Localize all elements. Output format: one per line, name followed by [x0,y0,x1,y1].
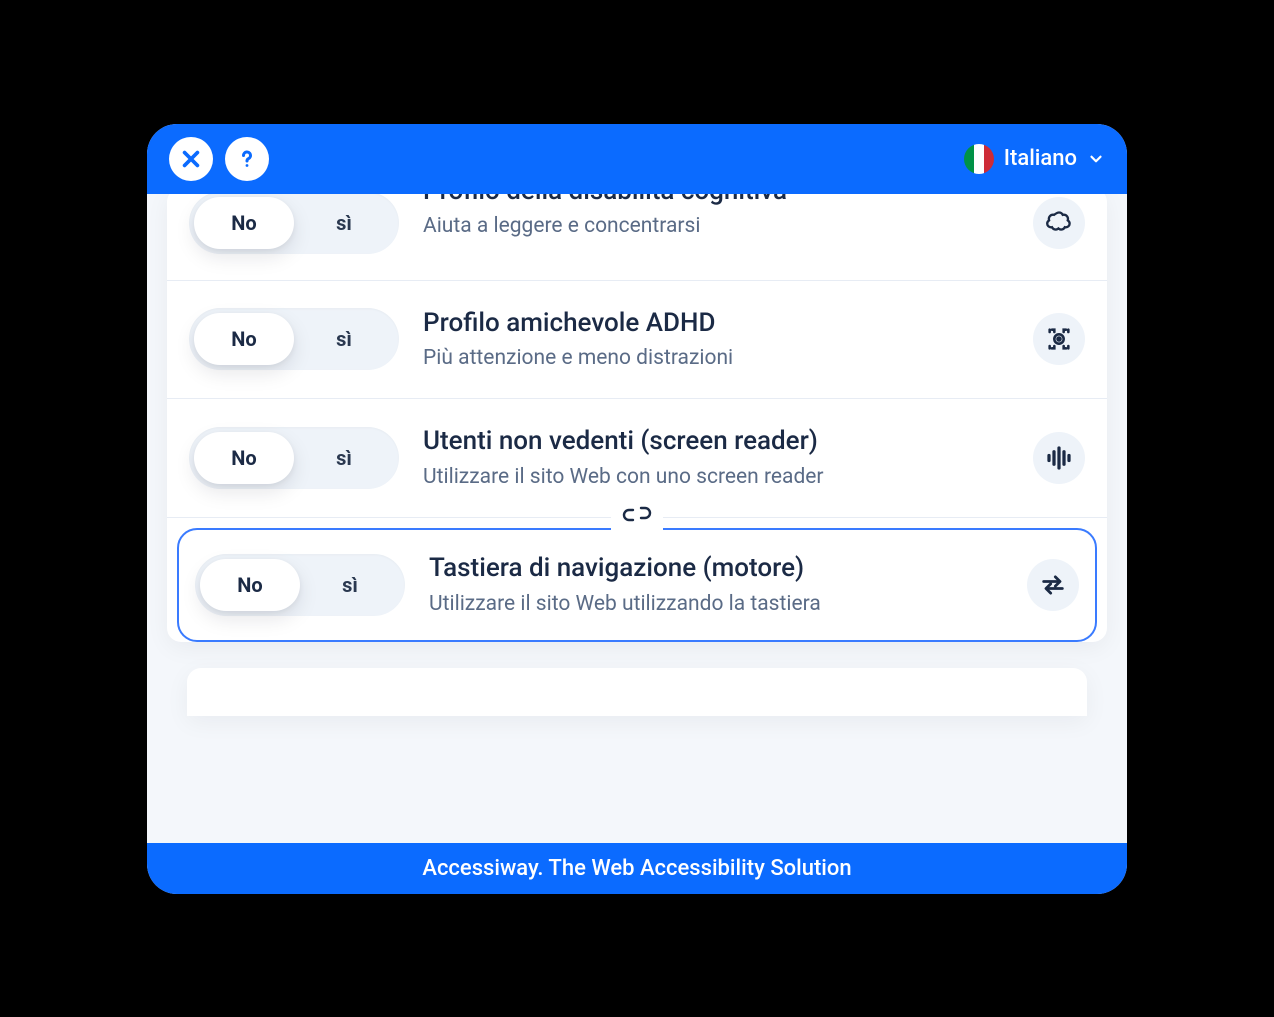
language-label: Italiano [1004,146,1077,171]
header-left-controls [169,137,269,181]
next-section-card [187,668,1087,716]
chevron-down-icon [1087,150,1105,168]
toggle-blind[interactable]: No sì [189,427,399,489]
profile-subtitle: Utilizzare il sito Web utilizzando la ta… [429,591,1003,618]
profile-title: Utenti non vedenti (screen reader) [423,425,1009,458]
toggle-yes[interactable]: sì [294,197,394,249]
language-selector[interactable]: Italiano [964,144,1105,174]
profile-text: Utenti non vedenti (screen reader) Utili… [423,425,1009,491]
profile-title: Profilo amichevole ADHD [423,307,1009,340]
profile-row-adhd[interactable]: No sì Profilo amichevole ADHD Più attenz… [167,281,1107,400]
toggle-no[interactable]: No [194,313,294,365]
profile-row-blind[interactable]: No sì Utenti non vedenti (screen reader)… [167,399,1107,518]
target-icon [1033,313,1085,365]
profile-subtitle: Utilizzare il sito Web con uno screen re… [423,464,1009,491]
panel-content: No sì Profilo della disabilità cognitiva… [147,194,1127,843]
toggle-yes[interactable]: sì [300,559,400,611]
flag-italy-icon [964,144,994,174]
profile-text: Profilo della disabilità cognitiva Aiuta… [423,205,1009,241]
profiles-card: No sì Profilo della disabilità cognitiva… [167,194,1107,642]
toggle-no[interactable]: No [200,559,300,611]
profile-text: Tastiera di navigazione (motore) Utilizz… [429,552,1003,618]
profile-row-cognitive[interactable]: No sì Profilo della disabilità cognitiva… [167,194,1107,281]
profile-title: Profilo della disabilità cognitiva [423,194,1009,208]
accessibility-panel: Italiano No sì Profilo della disabilità … [147,124,1127,894]
toggle-keyboard[interactable]: No sì [195,554,405,616]
arrows-icon [1027,559,1079,611]
soundwave-icon [1033,432,1085,484]
question-icon [235,147,259,171]
profile-subtitle: Aiuta a leggere e concentrarsi [423,213,1009,240]
footer-text: Accessiway. The Web Accessibility Soluti… [422,856,851,881]
close-icon [180,148,202,170]
profile-row-keyboard[interactable]: No sì Tastiera di navigazione (motore) U… [177,528,1097,642]
toggle-yes[interactable]: sì [294,313,394,365]
toggle-cognitive[interactable]: No sì [189,194,399,254]
cloud-icon [1033,197,1085,249]
profile-subtitle: Più attenzione e meno distrazioni [423,345,1009,372]
close-button[interactable] [169,137,213,181]
profile-text: Profilo amichevole ADHD Più attenzione e… [423,307,1009,373]
toggle-no[interactable]: No [194,432,294,484]
panel-header: Italiano [147,124,1127,194]
profile-title: Tastiera di navigazione (motore) [429,552,1003,585]
toggle-yes[interactable]: sì [294,432,394,484]
link-icon [611,500,663,532]
panel-footer[interactable]: Accessiway. The Web Accessibility Soluti… [147,843,1127,894]
help-button[interactable] [225,137,269,181]
toggle-adhd[interactable]: No sì [189,308,399,370]
toggle-no[interactable]: No [194,197,294,249]
